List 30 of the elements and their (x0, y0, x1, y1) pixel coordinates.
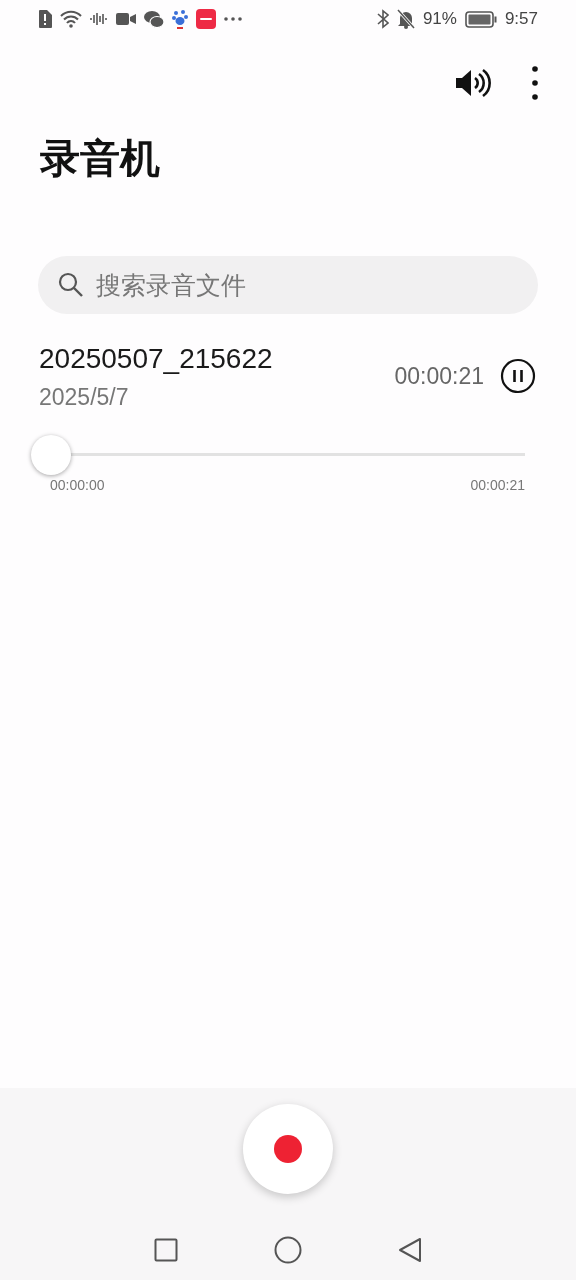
slider-thumb[interactable] (31, 434, 71, 475)
recording-duration: 00:00:21 (394, 362, 484, 391)
total-time: 00:00:21 (470, 475, 525, 495)
back-icon[interactable] (398, 1237, 422, 1263)
page-title: 录音机 (40, 138, 160, 178)
clock-time: 9:57 (504, 8, 538, 31)
recording-name: 20250507_215622 (39, 342, 274, 376)
chat-bubbles-icon (144, 10, 164, 28)
pause-icon (500, 358, 536, 395)
current-time: 00:00:00 (50, 475, 105, 495)
battery-icon (464, 10, 497, 28)
more-icon (224, 17, 242, 21)
recording-date: 2025/5/7 (39, 383, 130, 412)
recents-icon[interactable] (154, 1238, 178, 1262)
bluetooth-icon (376, 9, 389, 29)
battery-percent: 91% (422, 8, 457, 31)
record-button[interactable] (243, 1104, 333, 1194)
speaker-icon (454, 68, 492, 98)
sound-wave-icon (90, 12, 108, 26)
more-icon (532, 66, 538, 100)
bell-muted-icon (396, 9, 415, 29)
sim-alert-icon (38, 10, 52, 28)
record-dot-icon (273, 1134, 303, 1164)
pause-button[interactable] (500, 358, 536, 395)
wifi-icon (60, 10, 82, 28)
search-field[interactable]: 搜索录音文件 (38, 256, 538, 314)
paw-icon (172, 9, 188, 29)
video-camera-icon (116, 12, 136, 26)
app-icon (196, 9, 216, 29)
home-icon[interactable] (274, 1236, 302, 1264)
